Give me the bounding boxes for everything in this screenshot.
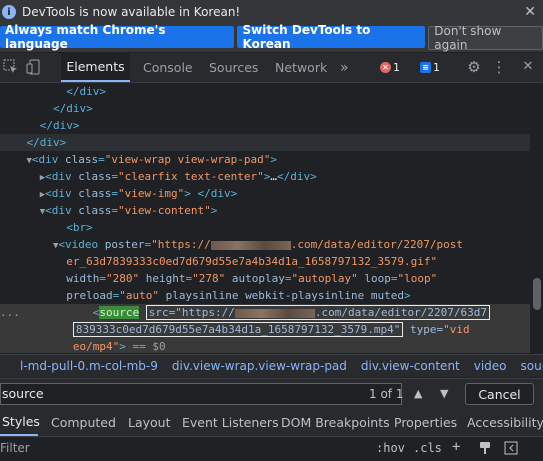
dom-line-video-attrs: width="280" height="278" autoplay="autop… <box>66 272 438 285</box>
always-match-language-button[interactable]: Always match Chrome's language <box>0 23 235 51</box>
dom-line-close-div[interactable]: </div> <box>0 100 530 117</box>
tab-elements[interactable]: Elements <box>61 53 130 82</box>
dom-line-video-attrs2: preload="auto" playsinline webkit-playsi… <box>66 289 411 302</box>
tab-event-listeners[interactable]: Event Listeners <box>182 409 279 436</box>
tab-console[interactable]: Console <box>143 53 193 82</box>
tab-styles[interactable]: Styles <box>0 409 40 436</box>
dom-line-video-cont: er_63d7839333c0ed7d679d55e7a4b34d1a_1658… <box>66 255 438 268</box>
error-count-badge[interactable]: ✕ 1 <box>380 60 400 75</box>
info-icon: i <box>2 5 16 19</box>
dom-line-source-selected[interactable]: ... <source src="https://.com/data/edito… <box>0 304 530 321</box>
styles-filter-input[interactable]: Filter <box>0 441 30 455</box>
breadcrumb-item[interactable]: div.view-content <box>361 359 460 373</box>
breadcrumb-item-active[interactable]: source <box>521 359 543 373</box>
dom-tree-scrollbar[interactable] <box>533 278 541 310</box>
toggle-hover-state[interactable]: :hov <box>376 441 405 455</box>
dom-line-close-div[interactable]: </div> <box>0 83 530 100</box>
dom-line-source-cont: 839333c0ed7d679d55e7a4b34d1a_1658797132_… <box>0 321 530 338</box>
dom-line-clearfix-div[interactable]: ▶<div class="clearfix text-center">…</di… <box>0 168 530 185</box>
devtools-main-toolbar: Elements Console Sources Network » ✕ 1 ≡… <box>0 53 543 83</box>
error-icon: ✕ <box>380 62 391 73</box>
redacted-blur <box>234 308 315 318</box>
infobar-buttons: Always match Chrome's language Switch De… <box>0 23 543 52</box>
switch-to-korean-button[interactable]: Switch DevTools to Korean <box>237 23 426 51</box>
tab-properties[interactable]: Properties <box>394 409 457 436</box>
more-tabs-chevron-icon[interactable]: » <box>340 53 349 82</box>
src-attribute-box[interactable]: src="https://.com/data/editor/2207/63d7 <box>145 305 491 320</box>
search-next-icon[interactable]: ▼ <box>440 388 450 399</box>
message-count-badge[interactable]: ≡ 1 <box>420 60 440 75</box>
tab-computed[interactable]: Computed <box>51 409 116 436</box>
breadcrumb-item[interactable]: l-md-pull-0.m-col-mb-9 <box>20 359 158 373</box>
search-match-highlight: source <box>99 306 140 319</box>
dom-line-video[interactable]: ▼<video poster="https://.com/data/editor… <box>0 236 530 253</box>
search-result-count: 1 of 1 <box>369 387 404 401</box>
customize-menu-icon[interactable]: ⋮ <box>491 59 507 75</box>
breadcrumb-item[interactable]: div.view-wrap.view-wrap-pad <box>172 359 347 373</box>
inspect-element-icon[interactable] <box>3 59 19 75</box>
message-icon: ≡ <box>420 62 431 73</box>
dont-show-again-button[interactable]: Don't show again <box>428 24 543 52</box>
settings-gear-icon[interactable]: ⚙ <box>466 59 482 75</box>
dom-line-close-div[interactable]: </div> <box>0 117 530 134</box>
search-cancel-button[interactable]: Cancel <box>465 383 534 405</box>
infobar-message-row: i DevTools is now available in Korean! <box>0 0 240 24</box>
new-style-rule-icon[interactable]: + <box>452 439 460 455</box>
search-previous-icon[interactable]: ▲ <box>414 388 424 399</box>
dom-line-br[interactable]: <br> <box>0 219 530 236</box>
redacted-blur <box>210 240 291 250</box>
tab-accessibility[interactable]: Accessibility <box>467 409 543 436</box>
close-devtools-icon[interactable]: ✕ <box>520 59 536 75</box>
message-count: 1 <box>433 61 440 74</box>
dom-line-view-wrap-div[interactable]: ▼<div class="view-wrap view-wrap-pad"> <box>0 151 530 168</box>
dom-search-input[interactable]: source <box>0 383 402 405</box>
close-icon[interactable]: ✕ <box>524 4 536 20</box>
paint-brush-icon[interactable] <box>478 441 492 458</box>
dom-tree: </div> </div> </div> </div> ▼<div class=… <box>0 83 543 353</box>
dom-line-view-img-div[interactable]: ▶<div class="view-img"> </div> <box>0 185 530 202</box>
styles-pane-tabs: Styles Computed Layout Event Listeners D… <box>0 409 543 437</box>
breadcrumb-item[interactable]: video <box>474 359 507 373</box>
device-toolbar-icon[interactable] <box>26 59 42 75</box>
tab-layout[interactable]: Layout <box>128 409 171 436</box>
styles-filter-bar: Filter :hov .cls + <box>0 437 543 461</box>
infobar-message: DevTools is now available in Korean! <box>22 5 241 19</box>
language-infobar: i DevTools is now available in Korean! ✕… <box>0 0 543 52</box>
tab-network[interactable]: Network <box>275 53 327 82</box>
tab-sources[interactable]: Sources <box>209 53 258 82</box>
dom-line-source-end: eo/mp4"> == $0 <box>0 338 530 353</box>
dom-line-view-content-div[interactable]: ▼<div class="view-content"> <box>0 202 530 219</box>
tab-dom-breakpoints[interactable]: DOM Breakpoints <box>281 409 390 436</box>
breadcrumb: l-md-pull-0.m-col-mb-9 div.view-wrap.vie… <box>0 354 543 377</box>
error-count: 1 <box>393 61 400 74</box>
computed-sidebar-toggle-icon[interactable] <box>504 441 518 458</box>
toggle-classes[interactable]: .cls <box>413 441 442 455</box>
dom-search-bar: source 1 of 1 ▲ ▼ Cancel <box>0 378 543 410</box>
dom-line-close-div[interactable]: </div> <box>0 134 530 151</box>
